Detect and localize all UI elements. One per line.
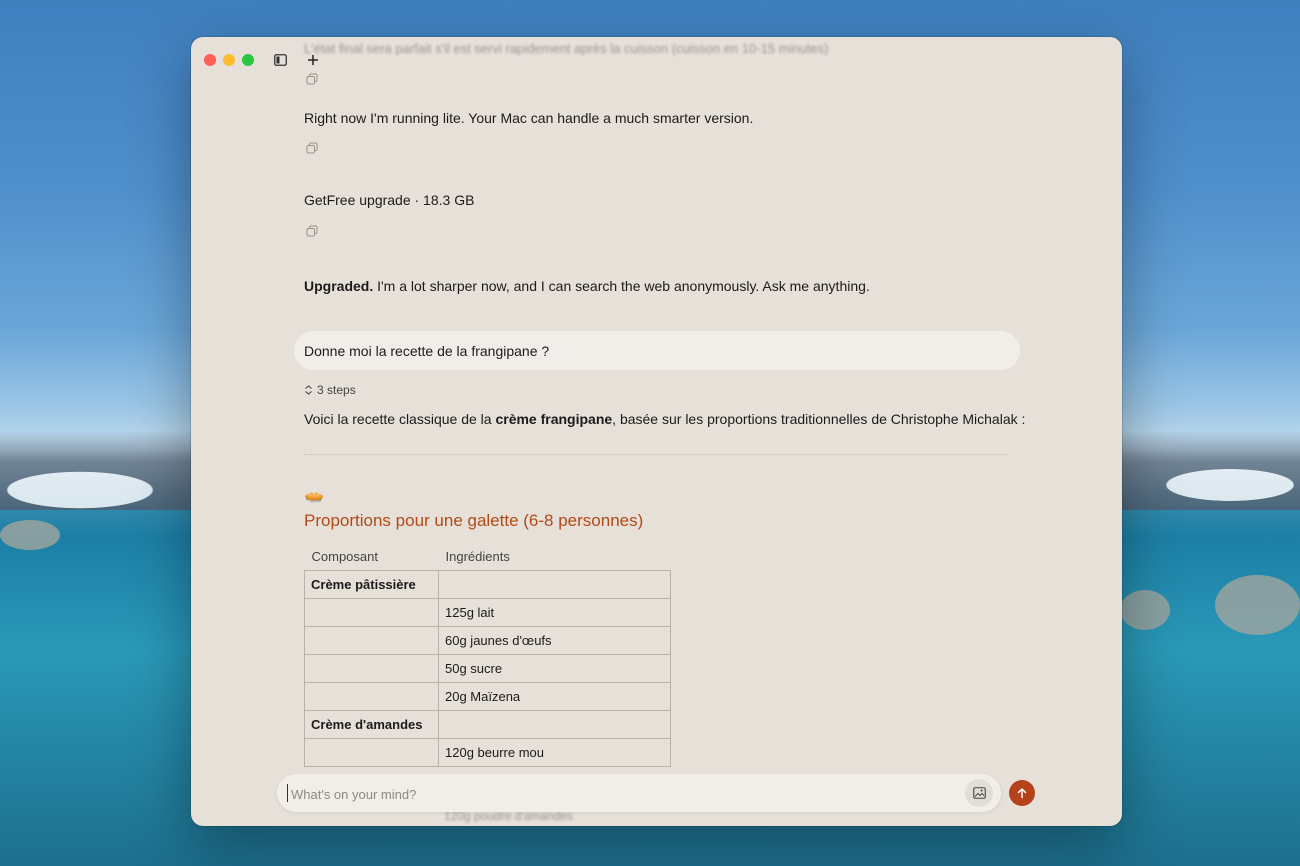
assistant-answer: Voici la recette classique de la crème f… bbox=[304, 411, 1025, 427]
table-cell: 125g lait bbox=[438, 598, 671, 627]
zoom-window-button[interactable] bbox=[242, 54, 254, 66]
table-cell: 60g jaunes d'œufs bbox=[438, 626, 671, 655]
table-cell bbox=[438, 710, 671, 739]
divider bbox=[304, 454, 1008, 455]
steps-label: 3 steps bbox=[317, 383, 356, 397]
recipe-table: Composant Ingrédients Crème pâtissière 1… bbox=[304, 543, 671, 767]
table-cell: 120g beurre mou bbox=[438, 738, 671, 767]
table-cell: 20g Maïzena bbox=[438, 682, 671, 711]
chat-input[interactable] bbox=[289, 782, 953, 806]
close-window-button[interactable] bbox=[204, 54, 216, 66]
copy-icon[interactable] bbox=[306, 142, 318, 154]
attach-image-button[interactable] bbox=[965, 779, 993, 807]
table-cell bbox=[304, 738, 439, 767]
chevron-updown-icon bbox=[305, 385, 312, 395]
table-row: 60g jaunes d'œufs bbox=[304, 626, 671, 655]
table-cell: Crème d'amandes bbox=[304, 710, 439, 739]
sidebar-toggle-icon[interactable] bbox=[269, 49, 291, 71]
wallpaper-rock bbox=[0, 520, 60, 550]
table-cell: Crème pâtissière bbox=[304, 570, 439, 599]
table-header-row: Composant Ingrédients bbox=[305, 543, 671, 571]
user-question: Donne moi la recette de la frangipane ? bbox=[304, 342, 550, 359]
steps-toggle[interactable]: 3 steps bbox=[304, 383, 356, 397]
app-window: L'état final sera parfait s'il est servi… bbox=[191, 37, 1122, 826]
table-cell bbox=[304, 682, 439, 711]
upgraded-bold: Upgraded. bbox=[304, 278, 374, 294]
chat-input-bar bbox=[277, 774, 1001, 812]
column-header: Ingrédients bbox=[445, 549, 510, 564]
table-cell: 50g sucre bbox=[438, 654, 671, 683]
table-row: 20g Maïzena bbox=[304, 682, 671, 711]
table-cell bbox=[304, 654, 439, 683]
table-row: Crème pâtissière bbox=[304, 570, 671, 599]
table-row: Crème d'amandes bbox=[304, 710, 671, 739]
column-header: Composant bbox=[311, 549, 378, 564]
pie-emoji-icon: 🥧 bbox=[304, 487, 324, 504]
minimize-window-button[interactable] bbox=[223, 54, 235, 66]
table-cell bbox=[304, 598, 439, 627]
answer-pre: Voici la recette classique de la bbox=[304, 411, 496, 427]
wallpaper-rock bbox=[1215, 575, 1300, 635]
table-cell bbox=[304, 626, 439, 655]
user-message-bubble: Donne moi la recette de la frangipane ? bbox=[294, 331, 1020, 370]
answer-post: , basée sur les proportions traditionnel… bbox=[612, 411, 1026, 427]
table-row: 125g lait bbox=[304, 598, 671, 627]
assistant-message-lite: Right now I'm running lite. Your Mac can… bbox=[304, 110, 754, 126]
answer-bold: crème frangipane bbox=[495, 411, 613, 427]
send-button[interactable] bbox=[1009, 780, 1035, 806]
copy-icon[interactable] bbox=[306, 73, 318, 85]
table-row: 120g beurre mou bbox=[304, 738, 671, 767]
arrow-up-icon bbox=[1017, 788, 1027, 799]
table-cell bbox=[438, 570, 671, 599]
faded-previous-text: L'état final sera parfait s'il est servi… bbox=[304, 41, 829, 56]
upgrade-message: GetFree upgrade · 18.3 GB bbox=[304, 192, 475, 208]
recipe-heading: Proportions pour une galette (6-8 person… bbox=[304, 511, 644, 530]
upgraded-rest: I'm a lot sharper now, and I can search … bbox=[373, 278, 870, 294]
wallpaper-rock bbox=[1120, 590, 1170, 630]
copy-icon[interactable] bbox=[306, 225, 318, 237]
upgraded-message: Upgraded. I'm a lot sharper now, and I c… bbox=[304, 278, 870, 294]
text-caret bbox=[287, 784, 288, 802]
table-row: 50g sucre bbox=[304, 654, 671, 683]
image-icon bbox=[972, 787, 986, 799]
